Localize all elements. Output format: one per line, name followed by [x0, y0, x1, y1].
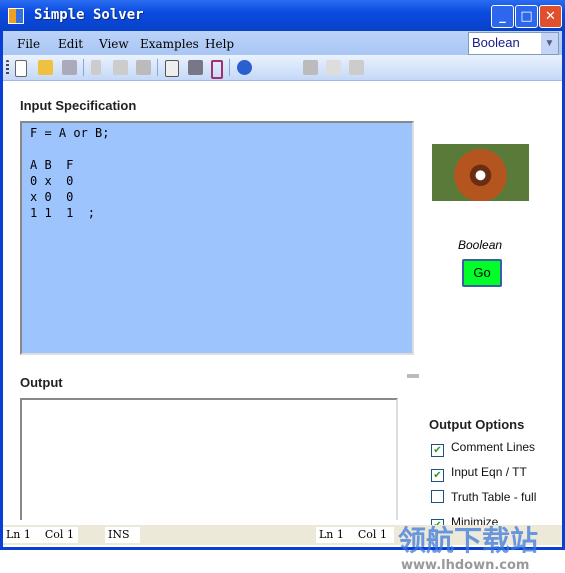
watermark-logo: 领航下载站: [398, 524, 539, 557]
status-ln: Ln 1: [319, 528, 344, 541]
window-title: Simple Solver: [34, 7, 144, 23]
page-setup-icon[interactable]: [211, 60, 223, 79]
title-bar[interactable]: Simple Solver _ □ ✕: [0, 0, 565, 31]
toolbar-grip[interactable]: [6, 60, 9, 75]
input-editor[interactable]: F = A or B; A B F 0 x 0 x 0 0 1 1 1 ;: [20, 121, 414, 355]
chevron-down-icon[interactable]: ▼: [541, 33, 558, 54]
output-editor[interactable]: [20, 398, 398, 520]
minimize-button[interactable]: _: [491, 5, 514, 28]
checkbox-unchecked-icon[interactable]: [431, 490, 444, 503]
app-window: Simple Solver _ □ ✕ File Edit View Examp…: [0, 0, 565, 573]
go-button[interactable]: Go: [462, 259, 502, 287]
splitter-handle[interactable]: [407, 374, 419, 378]
checkbox-checked-icon[interactable]: ✔: [431, 469, 444, 482]
close-button[interactable]: ✕: [539, 5, 562, 28]
output-label: Output: [20, 375, 63, 390]
watermark-url: www.lhdown.com: [401, 558, 530, 573]
checkbox-checked-icon[interactable]: ✔: [431, 444, 444, 457]
print-icon[interactable]: [188, 60, 203, 75]
red-panda-image: [432, 144, 529, 201]
status-output-position: Ln 1 Col 1: [316, 527, 394, 543]
status-ins: INS: [105, 527, 140, 543]
app-icon: [8, 8, 24, 24]
option-label: Truth Table - full: [451, 490, 537, 504]
input-label: Input Specification: [20, 98, 137, 113]
option-input-eqn[interactable]: ✔ Input Eqn / TT: [431, 465, 527, 482]
option-truth-table[interactable]: Truth Table - full: [431, 490, 536, 504]
client-area: File Edit View Examples Help Boolean ▼ In…: [3, 31, 562, 573]
copy-icon[interactable]: [113, 60, 128, 75]
preview-output-icon[interactable]: [326, 60, 341, 75]
mode-select[interactable]: Boolean ▼: [468, 32, 559, 55]
print-preview-icon[interactable]: [165, 60, 179, 77]
menu-bar: File Edit View Examples Help Boolean ▼: [3, 31, 562, 55]
cut-icon[interactable]: [91, 60, 101, 75]
menu-edit[interactable]: Edit: [58, 37, 83, 51]
paste-icon[interactable]: [136, 60, 151, 75]
save-output-icon[interactable]: [303, 60, 318, 75]
toolbar: [3, 55, 562, 81]
option-label: Input Eqn / TT: [451, 465, 527, 479]
status-col: Col 1: [357, 528, 387, 541]
separator: [83, 59, 84, 76]
save-icon[interactable]: [62, 60, 77, 75]
new-icon[interactable]: [15, 60, 27, 77]
separator: [229, 59, 230, 76]
option-label: Comment Lines: [451, 440, 536, 454]
mode-select-value: Boolean: [472, 35, 520, 50]
status-input-position: Ln 1 Col 1: [3, 527, 78, 543]
open-icon[interactable]: [38, 60, 53, 75]
separator: [157, 59, 158, 76]
menu-file[interactable]: File: [17, 37, 40, 51]
mode-label: Boolean: [458, 238, 503, 252]
status-ln: Ln 1: [6, 528, 31, 541]
status-col: Col 1: [44, 528, 74, 541]
help-icon[interactable]: [237, 60, 252, 75]
menu-view[interactable]: View: [99, 37, 129, 51]
menu-examples[interactable]: Examples: [140, 37, 199, 51]
menu-help[interactable]: Help: [205, 37, 234, 51]
output-options-title: Output Options: [429, 417, 525, 432]
print-output-icon[interactable]: [349, 60, 364, 75]
option-comment-lines[interactable]: ✔ Comment Lines: [431, 440, 535, 457]
maximize-button[interactable]: □: [515, 5, 538, 28]
